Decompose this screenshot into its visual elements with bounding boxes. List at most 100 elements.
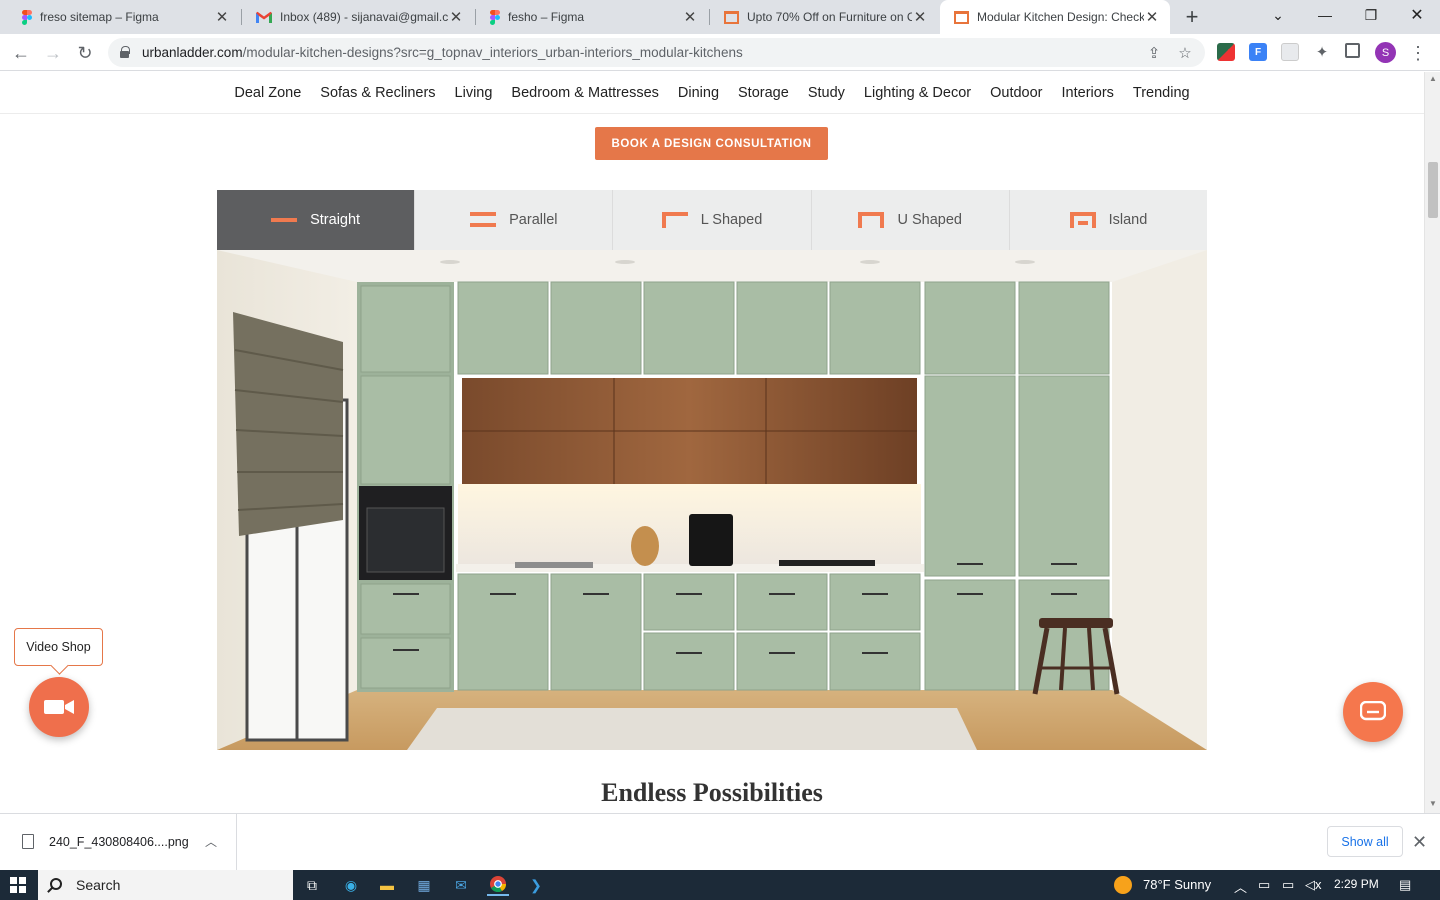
browser-tab[interactable]: freso sitemap – Figma ✕ (8, 0, 240, 34)
weather-text[interactable]: 78°F Sunny (1143, 877, 1211, 892)
back-icon[interactable]: ← (8, 40, 34, 66)
new-tab-button[interactable]: + (1180, 4, 1204, 29)
tab-title: fesho – Figma (508, 10, 585, 24)
nav-lighting-decor[interactable]: Lighting & Decor (864, 85, 971, 101)
tab-label: Island (1108, 212, 1148, 228)
kitchen-hero-image (217, 250, 1207, 750)
close-download-bar-icon[interactable]: ✕ (1412, 832, 1427, 853)
tab-l-shaped[interactable]: L Shaped (613, 190, 812, 250)
mail-icon[interactable]: ✉ (450, 874, 472, 896)
windows-taskbar: Search ⧉ ◉ ▬ ▦ ✉ ❯ 78°F Sunny ︿ ▭ ▭ ◁x 2… (0, 870, 1440, 900)
extension-icon[interactable]: F (1249, 43, 1267, 61)
l-shaped-layout-icon (661, 212, 688, 228)
bookmark-star-icon[interactable]: ☆ (1175, 43, 1195, 63)
close-icon[interactable]: ✕ (448, 9, 464, 26)
tab-title: Modular Kitchen Design: Check (977, 10, 1144, 24)
share-icon[interactable]: ⇪ (1144, 43, 1164, 63)
section-title: Endless Possibilities (601, 778, 823, 807)
browser-tab[interactable]: fesho – Figma ✕ (476, 0, 708, 34)
tab-u-shaped[interactable]: U Shaped (812, 190, 1010, 250)
windows-start-icon[interactable] (10, 877, 26, 893)
kitchen-layout-tabs: Straight Parallel L Shaped U Shaped Isla… (217, 190, 1207, 250)
tab-title: Inbox (489) - sijanavai@gmail.co (280, 10, 448, 24)
site-nav: Deal Zone Sofas & Recliners Living Bedro… (0, 72, 1424, 114)
browser-tab-active[interactable]: Modular Kitchen Design: Check ✕ (940, 0, 1170, 34)
video-shop-tooltip[interactable]: Video Shop (14, 628, 103, 666)
scroll-thumb[interactable] (1428, 162, 1438, 218)
nav-trending[interactable]: Trending (1133, 85, 1190, 101)
tab-parallel[interactable]: Parallel (415, 190, 614, 250)
url-text[interactable]: urbanladder.com/modular-kitchen-designs?… (142, 45, 743, 60)
tray-device-icon[interactable]: ▭ (1258, 877, 1270, 893)
straight-layout-icon (271, 218, 298, 222)
chrome-icon[interactable] (487, 874, 509, 896)
reload-icon[interactable]: ↻ (72, 40, 98, 66)
download-item[interactable]: 240_F_430808406....png ︿ (0, 814, 237, 871)
clock-time[interactable]: 2:29 PM (1334, 877, 1379, 891)
restore-icon[interactable]: ❐ (1348, 0, 1394, 30)
volume-icon[interactable]: ◁x (1305, 877, 1322, 893)
notifications-icon[interactable]: ▤ (1399, 877, 1411, 893)
parallel-layout-icon (470, 212, 497, 227)
edge-icon[interactable]: ◉ (340, 874, 362, 896)
scroll-down-icon[interactable]: ▼ (1428, 799, 1438, 809)
tray-chevron-icon[interactable]: ︿ (1234, 877, 1247, 896)
browser-tab[interactable]: Inbox (489) - sijanavai@gmail.co ✕ (242, 0, 474, 34)
address-bar[interactable]: urbanladder.com/modular-kitchen-designs?… (108, 38, 1205, 67)
nav-storage[interactable]: Storage (738, 85, 789, 101)
chat-icon (1360, 701, 1386, 721)
urbanladder-icon (954, 10, 969, 24)
tab-label: Straight (310, 212, 361, 228)
file-explorer-icon[interactable]: ▬ (376, 874, 398, 896)
nav-interiors[interactable]: Interiors (1062, 85, 1114, 101)
extension-icon[interactable] (1281, 43, 1299, 61)
side-panel-icon[interactable] (1345, 43, 1360, 58)
page-scrollbar[interactable]: ▲ ▼ (1424, 72, 1440, 813)
profile-avatar[interactable]: S (1375, 42, 1396, 63)
book-design-consultation-button[interactable]: BOOK A DESIGN CONSULTATION (595, 127, 828, 160)
close-icon[interactable]: ✕ (912, 9, 928, 26)
nav-sofas-recliners[interactable]: Sofas & Recliners (320, 85, 435, 101)
search-label: Search (76, 877, 121, 893)
store-icon[interactable]: ▦ (413, 874, 435, 896)
weather-sun-icon[interactable] (1114, 876, 1132, 894)
close-icon[interactable]: ✕ (682, 9, 698, 26)
figma-icon (22, 9, 32, 25)
chevron-up-icon[interactable]: ︿ (205, 833, 217, 850)
browser-toolbar: ← → ↻ urbanladder.com/modular-kitchen-de… (0, 34, 1440, 71)
nav-outdoor[interactable]: Outdoor (990, 85, 1042, 101)
tab-search-icon[interactable]: ⌄ (1255, 0, 1301, 30)
download-file-name: 240_F_430808406....png (49, 835, 189, 849)
close-icon[interactable]: ✕ (1144, 9, 1160, 26)
show-all-button[interactable]: Show all (1327, 826, 1403, 857)
video-shop-button[interactable] (29, 677, 89, 737)
forward-icon[interactable]: → (40, 40, 66, 66)
vscode-icon[interactable]: ❯ (525, 874, 547, 896)
window-close-icon[interactable]: ✕ (1394, 0, 1440, 30)
tab-straight[interactable]: Straight (217, 190, 416, 250)
extension-icon[interactable] (1217, 43, 1235, 61)
page-viewport: Deal Zone Sofas & Recliners Living Bedro… (0, 72, 1424, 813)
chat-button[interactable] (1343, 682, 1403, 742)
urbanladder-icon (724, 10, 739, 24)
nav-bedroom-mattresses[interactable]: Bedroom & Mattresses (511, 85, 658, 101)
tab-label: L Shaped (700, 212, 763, 228)
nav-study[interactable]: Study (808, 85, 845, 101)
taskbar-search[interactable]: Search (38, 870, 293, 900)
network-icon[interactable]: ▭ (1282, 877, 1294, 893)
more-menu-icon[interactable]: ⋮ (1408, 40, 1428, 66)
video-camera-icon (44, 700, 74, 714)
nav-dining[interactable]: Dining (678, 85, 719, 101)
nav-deal-zone[interactable]: Deal Zone (234, 85, 301, 101)
nav-living[interactable]: Living (455, 85, 493, 101)
minimize-icon[interactable]: — (1302, 0, 1348, 30)
tab-title: Upto 70% Off on Furniture on C (747, 10, 912, 24)
close-icon[interactable]: ✕ (214, 9, 230, 26)
tab-island[interactable]: Island (1010, 190, 1207, 250)
lock-icon[interactable] (120, 46, 130, 58)
scroll-up-icon[interactable]: ▲ (1428, 74, 1438, 84)
u-shaped-layout-icon (858, 212, 885, 228)
task-view-icon[interactable]: ⧉ (301, 874, 323, 896)
browser-tab[interactable]: Upto 70% Off on Furniture on C ✕ (710, 0, 938, 34)
puzzle-icon[interactable]: ✦ (1313, 43, 1331, 61)
